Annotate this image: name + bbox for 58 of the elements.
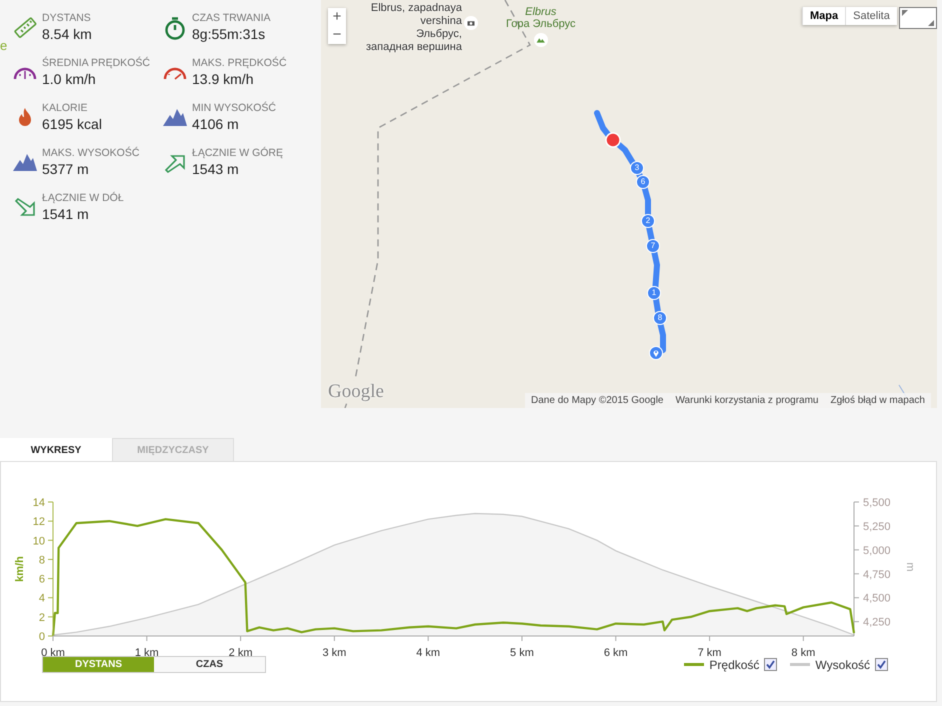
- stat-label: MIN WYSOKOŚĆ: [192, 100, 276, 116]
- stat-label: CZAS TRWANIA: [192, 11, 271, 26]
- map-type-button[interactable]: Satelita: [845, 7, 897, 25]
- axis-tick-label: 8: [38, 554, 45, 566]
- legend-label: Wysokość: [815, 658, 870, 672]
- stat-value: 13.9 km/h: [192, 71, 254, 87]
- axis-tick-label: 7 km: [698, 647, 722, 659]
- map-footer-link[interactable]: Warunki korzystania z programu: [669, 393, 824, 408]
- stat-value: 1541 m: [42, 206, 90, 222]
- axis-tick-label: 2: [38, 612, 45, 624]
- stat-label: ŚREDNIA PRĘDKOŚĆ: [42, 56, 150, 71]
- stat-value: 5377 m: [42, 161, 90, 177]
- axis-tick-label: 6: [38, 574, 45, 586]
- stat-label: DYSTANS: [42, 11, 92, 26]
- stat-label: MAKS. PRĘDKOŚĆ: [192, 56, 287, 71]
- stat-value: 6195 kcal: [42, 116, 102, 132]
- map-type-button[interactable]: Mapa: [802, 7, 846, 25]
- place-label: Elbrus, zapadnaya vershina Эльбрус, западная вершина: [366, 2, 462, 54]
- axis-mode-toggle[interactable]: CZAS: [154, 657, 265, 672]
- stat-label: MAKS. WYSOKOŚĆ: [42, 146, 140, 161]
- legend-label: Prędkość: [709, 658, 760, 672]
- stat-value: 1543 m: [192, 161, 240, 177]
- zoom-in-button[interactable]: +: [328, 8, 346, 26]
- axis-tick-label: 1 km: [134, 647, 159, 659]
- axis-tick-label: 4,250: [863, 616, 891, 629]
- axis-tick-label: 14: [32, 497, 45, 509]
- stat-value: 8.54 km: [42, 26, 92, 42]
- axis-tick-label: 5,500: [863, 497, 891, 509]
- stat-value: 4106 m: [192, 116, 240, 132]
- axis-tick-label: 5,250: [863, 520, 891, 533]
- axis-tick-label: 4,750: [863, 568, 891, 581]
- axis-tick-label: 12: [32, 516, 45, 528]
- axis-tick-label: 4 km: [416, 647, 440, 659]
- axis-tick-label: 4,500: [863, 592, 891, 605]
- map-footer-link[interactable]: Dane do Mapy ©2015 Google: [525, 393, 670, 408]
- map-footer-link[interactable]: Zgłoś błąd w mapach: [824, 393, 931, 408]
- stat-label: ŁĄCZNIE W DÓŁ: [42, 190, 124, 206]
- axis-tick-label: 5 km: [510, 647, 534, 659]
- axis-tick-label: 10: [32, 535, 45, 548]
- place-label: Elbrus Гора Эльбрус: [506, 6, 576, 30]
- stat-label: KALORIE: [42, 101, 89, 116]
- axis-tick-label: 0: [38, 631, 45, 643]
- axis-tick-label: 4: [38, 592, 45, 605]
- axis-tick-label: 0 km: [41, 647, 65, 659]
- axis-tick-label: 2 km: [228, 647, 252, 659]
- cut-text: e: [0, 38, 8, 53]
- axis-title: km/h: [14, 556, 26, 582]
- axis-title: m: [904, 562, 916, 572]
- stat-label: ŁĄCZNIE W GÓRĘ: [192, 146, 284, 161]
- stat-value: 1.0 km/h: [42, 71, 97, 87]
- stat-value: 8g:55m:31s: [192, 26, 266, 42]
- axis-tick-label: 8 km: [791, 647, 816, 659]
- axis-tick-label: 3 km: [322, 647, 346, 659]
- axis-tick-label: 6 km: [604, 647, 628, 659]
- zoom-out-button[interactable]: −: [328, 26, 346, 44]
- map-logo: Google: [328, 381, 384, 403]
- tab[interactable]: WYKRESY: [0, 438, 112, 461]
- axis-tick-label: 5,000: [863, 544, 891, 557]
